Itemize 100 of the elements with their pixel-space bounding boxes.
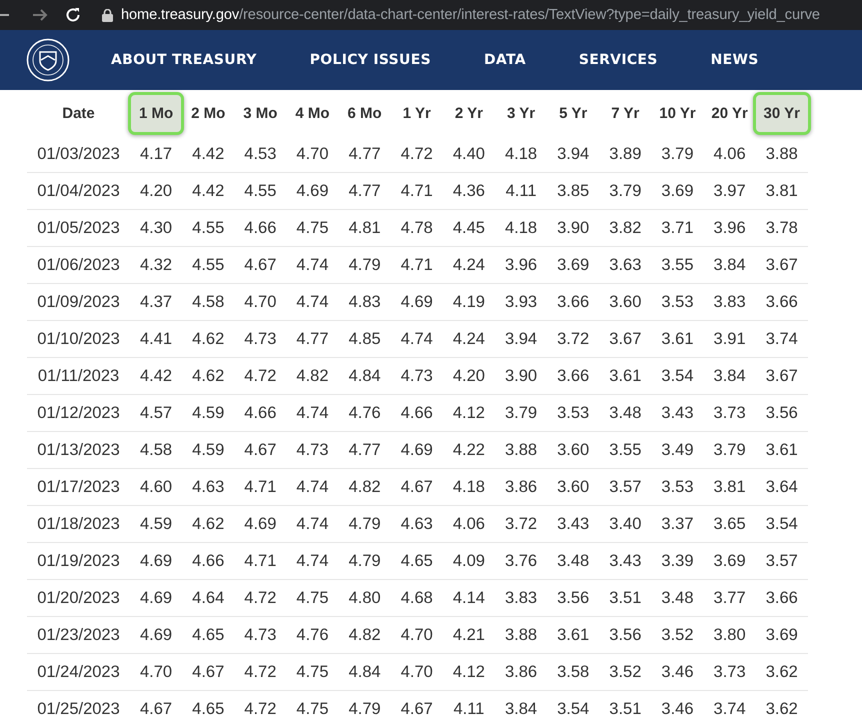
- rate-cell: 4.24: [442, 246, 495, 283]
- rate-cell: 3.60: [599, 283, 652, 320]
- nav-link[interactable]: SERVICES: [578, 52, 658, 68]
- column-header[interactable]: 10 Yr: [659, 104, 696, 122]
- rate-cell: 3.66: [547, 283, 600, 320]
- nav-link[interactable]: ABOUT TREASURY: [111, 52, 257, 68]
- column-header[interactable]: 7 Yr: [611, 104, 640, 122]
- rate-cell: 4.69: [130, 542, 182, 579]
- rate-cell: 4.22: [442, 431, 495, 468]
- rate-cell: 3.55: [599, 431, 652, 468]
- rate-cell: 3.46: [651, 690, 704, 718]
- rate-cell: 3.86: [494, 653, 548, 690]
- column-header[interactable]: 1 Mo: [128, 92, 184, 134]
- rate-cell: 4.63: [390, 505, 443, 542]
- rate-cell: 4.67: [234, 246, 286, 283]
- rate-cell: 4.41: [130, 320, 182, 357]
- column-header[interactable]: 5 Yr: [559, 104, 588, 122]
- nav-link[interactable]: POLICY ISSUES: [310, 52, 431, 68]
- reload-icon[interactable]: [65, 7, 81, 23]
- rate-cell: 4.06: [442, 505, 495, 542]
- rate-cell: 3.71: [651, 209, 704, 246]
- rate-cell: 4.67: [390, 690, 443, 718]
- rate-cell: 4.73: [390, 357, 443, 394]
- rate-cell: 3.67: [756, 357, 808, 394]
- column-header[interactable]: 3 Mo: [243, 104, 278, 122]
- column-header[interactable]: 2 Mo: [191, 104, 226, 122]
- rate-cell: 4.18: [442, 468, 495, 505]
- rate-cell-text: 4.77: [348, 144, 382, 164]
- rate-cell: 3.65: [704, 505, 756, 542]
- rate-cell: 3.67: [599, 320, 652, 357]
- rate-cell: 3.60: [547, 468, 600, 505]
- rate-cell: 3.73: [704, 394, 756, 431]
- address-bar-url[interactable]: home.treasury.gov/resource-center/data-chart-center/interest-rates/TextView?type=daily_treasury_yield_curve: [121, 7, 820, 23]
- rate-cell: 4.69: [234, 505, 286, 542]
- rate-cell: 4.12: [442, 394, 495, 431]
- rate-cell: 3.69: [547, 246, 600, 283]
- rate-cell: 4.74: [286, 468, 339, 505]
- rate-cell: 3.83: [494, 579, 548, 616]
- rate-cell: 3.69: [651, 172, 704, 209]
- rate-cell: 4.24: [442, 320, 495, 357]
- nav-link[interactable]: NEWS: [710, 52, 759, 68]
- rate-cell: 4.75: [286, 690, 339, 718]
- rate-cell: 4.42: [182, 172, 234, 209]
- rate-cell-text: 4.18: [504, 144, 538, 164]
- rate-cell: 4.79: [338, 505, 391, 542]
- rate-cell: 4.80: [338, 579, 391, 616]
- rate-cell: 3.90: [547, 209, 600, 246]
- rate-cell: 4.84: [338, 653, 391, 690]
- column-header[interactable]: Date: [62, 104, 95, 122]
- rate-cell-text: 3.94: [556, 144, 590, 164]
- rate-cell: 4.82: [338, 616, 391, 653]
- rate-cell: 4.71: [234, 542, 286, 579]
- column-header[interactable]: 30 Yr: [752, 92, 811, 134]
- rate-cell: 4.11: [442, 690, 495, 718]
- rate-cell: 4.62: [182, 320, 234, 357]
- date-cell-text: 01/03/2023: [36, 144, 121, 164]
- rate-cell: 4.11: [494, 172, 548, 209]
- rate-cell: 3.49: [651, 431, 704, 468]
- rate-cell-text: 4.53: [243, 144, 278, 164]
- rate-cell-text: 4.17: [139, 144, 174, 164]
- date-cell: 01/20/2023: [27, 579, 130, 616]
- rate-cell: 3.73: [704, 653, 756, 690]
- rate-cell: 4.67: [234, 431, 286, 468]
- seal-logo-icon[interactable]: [26, 38, 70, 82]
- rate-cell: 4.70: [234, 283, 286, 320]
- rate-cell: 4.82: [286, 357, 339, 394]
- rate-cell-text: 3.89: [608, 144, 642, 164]
- rate-cell: 4.55: [182, 209, 234, 246]
- rate-cell: 3.55: [651, 246, 704, 283]
- rate-cell: 3.76: [494, 542, 548, 579]
- forward-arrow-icon[interactable]: [32, 7, 48, 23]
- rate-cell: 3.51: [599, 690, 652, 718]
- rate-cell: 3.61: [547, 616, 600, 653]
- date-cell: 01/24/2023: [27, 653, 130, 690]
- column-header[interactable]: 1 Yr: [402, 104, 431, 122]
- rate-cell: 4.73: [286, 431, 339, 468]
- nav-link[interactable]: DATA: [484, 52, 526, 68]
- column-header[interactable]: 2 Yr: [454, 104, 483, 122]
- rate-cell: 3.66: [547, 357, 600, 394]
- rate-cell: 3.52: [599, 653, 652, 690]
- rate-cell: 4.71: [390, 246, 443, 283]
- column-header[interactable]: 4 Mo: [295, 104, 330, 122]
- rate-cell: 4.36: [442, 172, 495, 209]
- date-cell: 01/18/2023: [27, 505, 130, 542]
- column-header[interactable]: 20 Yr: [711, 104, 748, 122]
- rate-cell: 4.77: [338, 172, 391, 209]
- rate-cell: 3.52: [651, 616, 704, 653]
- rate-cell: 4.58: [182, 283, 234, 320]
- rate-cell: 3.96: [704, 209, 756, 246]
- rate-cell: 4.59: [182, 431, 234, 468]
- rate-cell: 4.74: [286, 246, 339, 283]
- date-cell: 01/05/2023: [27, 209, 130, 246]
- rate-cell: 3.39: [651, 542, 704, 579]
- rate-cell: 3.53: [547, 394, 600, 431]
- rate-cell: 4.68: [390, 579, 443, 616]
- rate-cell: 4.14: [442, 579, 495, 616]
- column-header[interactable]: 6 Mo: [348, 104, 382, 122]
- column-header[interactable]: 3 Yr: [507, 104, 536, 122]
- rate-cell: 3.72: [547, 320, 600, 357]
- rate-cell: 4.60: [130, 468, 182, 505]
